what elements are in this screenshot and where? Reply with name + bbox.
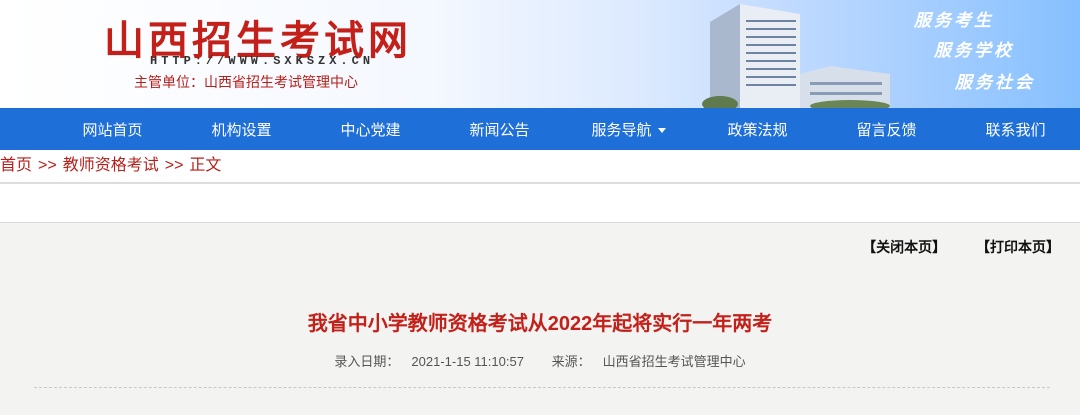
chevron-down-icon <box>657 128 666 134</box>
article-meta: 录入日期： 2021-1-15 11:10:57 来源： 山西省招生考试管理中心 <box>0 351 1080 370</box>
source-label: 来源： <box>551 354 591 369</box>
slogan-1: 服务考生 <box>914 11 994 30</box>
date-label: 录入日期： <box>334 354 400 369</box>
breadcrumb-separator: >> <box>38 157 57 174</box>
print-page-button[interactable]: 【打印本页】 <box>976 239 1060 255</box>
nav-home[interactable]: 网站首页 <box>48 119 177 140</box>
article-tools: 【关闭本页】 【打印本页】 <box>836 237 1060 257</box>
article-title: 我省中小学教师资格考试从2022年起将实行一年两考 <box>307 313 773 335</box>
nav-services[interactable]: 服务导航 <box>564 119 693 140</box>
site-header: 山西招生考试网 HTTP://WWW.SXKSZX.CN 主管单位：山西省招生考… <box>0 0 1080 108</box>
article-source: 山西省招生考试管理中心 <box>602 354 746 369</box>
article-panel: 【关闭本页】 【打印本页】 我省中小学教师资格考试从2022年起将实行一年两考 … <box>0 222 1080 415</box>
nav-contact[interactable]: 联系我们 <box>951 119 1080 140</box>
nav-news[interactable]: 新闻公告 <box>435 119 564 140</box>
nav-policy[interactable]: 政策法规 <box>693 119 822 140</box>
building-image <box>702 4 890 108</box>
breadcrumb: 首页 >> 教师资格考试 >> 正文 <box>0 150 1080 184</box>
nav-organization[interactable]: 机构设置 <box>177 119 306 140</box>
close-page-button[interactable]: 【关闭本页】 <box>862 239 946 255</box>
slogan-3: 服务社会 <box>955 73 1035 92</box>
breadcrumb-current: 正文 <box>189 157 222 174</box>
breadcrumb-separator: >> <box>164 157 184 174</box>
site-url: HTTP://WWW.SXKSZX.CN <box>150 54 375 68</box>
nav-services-label: 服务导航 <box>591 121 652 139</box>
nav-party[interactable]: 中心党建 <box>306 119 435 140</box>
divider <box>34 387 1050 388</box>
breadcrumb-home[interactable]: 首页 <box>0 157 32 174</box>
nav-feedback[interactable]: 留言反馈 <box>822 119 951 140</box>
article-date: 2021-1-15 11:10:57 <box>411 354 524 369</box>
site-org: 主管单位：山西省招生考试管理中心 <box>134 74 358 90</box>
breadcrumb-section[interactable]: 教师资格考试 <box>63 157 159 174</box>
slogan-2: 服务学校 <box>934 41 1014 60</box>
main-nav: 网站首页 机构设置 中心党建 新闻公告 服务导航 政策法规 留言反馈 联系我们 <box>0 108 1080 150</box>
